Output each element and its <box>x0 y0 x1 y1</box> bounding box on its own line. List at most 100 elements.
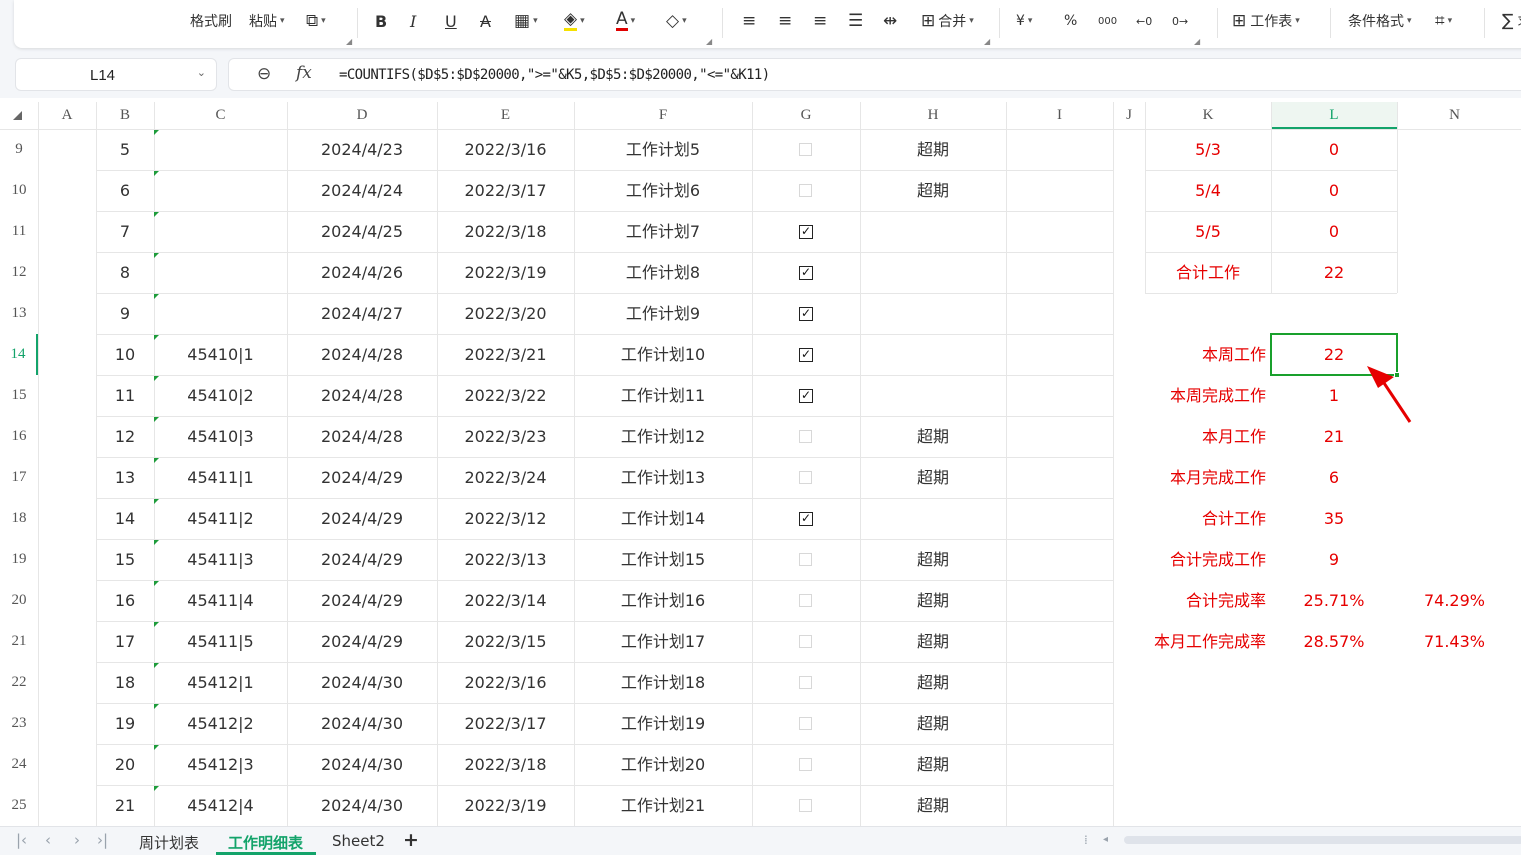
checkbox-checked[interactable]: ✓ <box>799 265 813 280</box>
cell-F13[interactable]: 工作计划9 <box>574 293 752 334</box>
fill-handle[interactable] <box>1394 372 1400 378</box>
cell-K17[interactable]: 本月完成工作 <box>1130 457 1270 498</box>
cell-C17[interactable]: 45411|1 <box>154 457 287 498</box>
chevron-down-icon[interactable]: ⌄ <box>197 66 206 79</box>
cell-E14[interactable]: 2022/3/21 <box>437 334 574 375</box>
cell-D18[interactable]: 2024/4/29 <box>287 498 437 539</box>
checkbox-unchecked[interactable] <box>799 593 812 607</box>
row-header-11[interactable]: 11 <box>0 211 38 252</box>
cell-L19[interactable]: 9 <box>1271 539 1397 580</box>
cell-B14[interactable]: 10 <box>96 334 154 375</box>
cell-D16[interactable]: 2024/4/28 <box>287 416 437 457</box>
row-header-12[interactable]: 12 <box>0 252 38 293</box>
add-sheet-icon[interactable]: + <box>403 829 419 851</box>
checkbox-unchecked[interactable] <box>799 183 812 197</box>
cell-B19[interactable]: 15 <box>96 539 154 580</box>
cell-N21[interactable]: 71.43% <box>1397 621 1512 662</box>
row-header-13[interactable]: 13 <box>0 293 38 334</box>
spreadsheet-grid[interactable]: ABCDEFGHIJKLN 9 5 2024/4/23 2022/3/16 工作计划5 超… <box>0 102 1521 826</box>
cell-K25[interactable] <box>1130 785 1270 826</box>
cell-H23[interactable]: 超期 <box>860 703 1006 744</box>
tab-work-detail[interactable]: 工作明细表 <box>228 832 303 853</box>
checkbox-unchecked[interactable] <box>799 429 812 443</box>
checkbox-unchecked[interactable] <box>799 675 812 689</box>
cell-F19[interactable]: 工作计划15 <box>574 539 752 580</box>
format-painter-button[interactable]: 格式刷 <box>190 10 232 32</box>
select-all-corner[interactable] <box>13 111 22 120</box>
cell-L22[interactable] <box>1271 662 1397 703</box>
column-header-D[interactable]: D <box>287 102 437 129</box>
cell-N19[interactable] <box>1397 539 1512 580</box>
scroll-left-icon[interactable]: ◂ <box>1103 834 1108 845</box>
cell-N11[interactable] <box>1397 211 1512 252</box>
cell-L12[interactable]: 22 <box>1271 252 1397 293</box>
cell-C9[interactable] <box>154 129 287 170</box>
cell-K16[interactable]: 本月工作 <box>1130 416 1270 457</box>
cell-F24[interactable]: 工作计划20 <box>574 744 752 785</box>
cell-F15[interactable]: 工作计划11 <box>574 375 752 416</box>
paste-button[interactable]: 粘贴 ▾ <box>249 10 285 32</box>
cell-H18[interactable] <box>860 498 1006 539</box>
font-color-button[interactable]: A ▾ <box>616 10 635 32</box>
row-header-17[interactable]: 17 <box>0 457 38 498</box>
checkbox-checked[interactable]: ✓ <box>799 388 813 403</box>
cell-B23[interactable]: 19 <box>96 703 154 744</box>
row-header-18[interactable]: 18 <box>0 498 38 539</box>
row-header-15[interactable]: 15 <box>0 375 38 416</box>
cell-C11[interactable] <box>154 211 287 252</box>
cell-K19[interactable]: 合计完成工作 <box>1130 539 1270 580</box>
cell-D20[interactable]: 2024/4/29 <box>287 580 437 621</box>
align-right-button[interactable]: ≡ <box>813 10 827 32</box>
checkbox-unchecked[interactable] <box>799 552 812 566</box>
thousands-button[interactable]: 000 <box>1098 10 1117 32</box>
cell-format-button[interactable]: ⌗ ▾ <box>1435 10 1452 32</box>
row-header-22[interactable]: 22 <box>0 662 38 703</box>
cell-H25[interactable]: 超期 <box>860 785 1006 826</box>
strikethrough-button[interactable]: A <box>480 10 491 32</box>
column-header-I[interactable]: I <box>1006 102 1113 129</box>
cell-C24[interactable]: 45412|3 <box>154 744 287 785</box>
cell-H11[interactable] <box>860 211 1006 252</box>
cell-C19[interactable]: 45411|3 <box>154 539 287 580</box>
fx-icon[interactable]: fx <box>296 63 312 83</box>
row-header-19[interactable]: 19 <box>0 539 38 580</box>
cell-N16[interactable] <box>1397 416 1512 457</box>
checkbox-unchecked[interactable] <box>799 634 812 648</box>
column-header-K[interactable]: K <box>1145 102 1271 129</box>
cell-B22[interactable]: 18 <box>96 662 154 703</box>
cell-K23[interactable] <box>1130 703 1270 744</box>
cell-K10[interactable]: 5/4 <box>1145 170 1271 211</box>
column-header-H[interactable]: H <box>860 102 1006 129</box>
cell-B15[interactable]: 11 <box>96 375 154 416</box>
column-header-L[interactable]: L <box>1271 102 1397 129</box>
cell-K24[interactable] <box>1130 744 1270 785</box>
cell-D15[interactable]: 2024/4/28 <box>287 375 437 416</box>
worksheet-button[interactable]: ⊞ 工作表 ▾ <box>1232 10 1300 32</box>
cell-N10[interactable] <box>1397 170 1512 211</box>
checkbox-unchecked[interactable] <box>799 716 812 730</box>
row-header-23[interactable]: 23 <box>0 703 38 744</box>
cell-E25[interactable]: 2022/3/19 <box>437 785 574 826</box>
cell-H13[interactable] <box>860 293 1006 334</box>
cell-E18[interactable]: 2022/3/12 <box>437 498 574 539</box>
cell-N13[interactable] <box>1397 293 1512 334</box>
cell-B12[interactable]: 8 <box>96 252 154 293</box>
row-header-24[interactable]: 24 <box>0 744 38 785</box>
dialog-launcher-icon[interactable]: ◢ <box>706 37 712 46</box>
row-header-10[interactable]: 10 <box>0 170 38 211</box>
fill-color-button[interactable]: ◈ ▾ <box>564 10 585 32</box>
cell-E11[interactable]: 2022/3/18 <box>437 211 574 252</box>
cell-D11[interactable]: 2024/4/25 <box>287 211 437 252</box>
underline-button[interactable]: U <box>445 10 457 32</box>
cell-F11[interactable]: 工作计划7 <box>574 211 752 252</box>
row-header-14[interactable]: 14 <box>0 334 38 375</box>
cell-K9[interactable]: 5/3 <box>1145 129 1271 170</box>
cell-D19[interactable]: 2024/4/29 <box>287 539 437 580</box>
cell-E13[interactable]: 2022/3/20 <box>437 293 574 334</box>
sum-button[interactable]: ∑求 <box>1502 10 1521 32</box>
cell-N12[interactable] <box>1397 252 1512 293</box>
cell-D12[interactable]: 2024/4/26 <box>287 252 437 293</box>
cell-N20[interactable]: 74.29% <box>1397 580 1512 621</box>
percent-button[interactable]: % <box>1064 10 1077 32</box>
cell-N9[interactable] <box>1397 129 1512 170</box>
